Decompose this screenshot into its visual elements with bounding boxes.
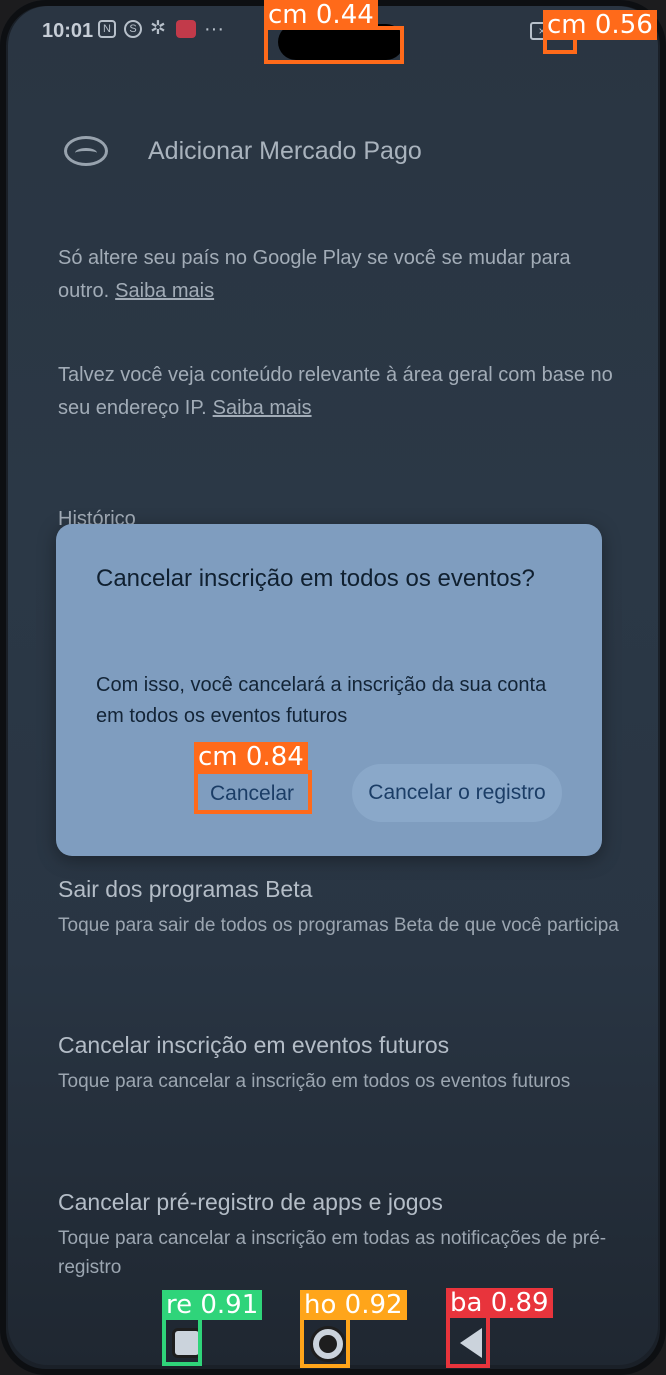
status-left-icons: N S ✲ ··· — [98, 18, 224, 40]
detection-label-notch: cm 0.44 — [264, 0, 378, 30]
list-item-title: Cancelar inscrição em eventos futuros — [58, 1032, 450, 1058]
detection-label-back: ba 0.89 — [446, 1288, 553, 1318]
detection-box-back — [446, 1314, 490, 1368]
detection-label-home: ho 0.92 — [300, 1290, 407, 1320]
detection-label-status-icon: cm 0.56 — [543, 10, 657, 40]
detection-box-home — [300, 1314, 350, 1368]
mercado-pago-icon — [64, 136, 108, 166]
phone-frame: 10:01 N S ✲ ··· × Adicionar Mercado Pago — [0, 0, 666, 1375]
learn-more-link-2[interactable]: Saiba mais — [213, 397, 312, 419]
add-mercado-pago-label: Adicionar Mercado Pago — [148, 136, 422, 165]
detection-box-cancel-button — [194, 770, 312, 814]
detection-label-cancel-button: cm 0.84 — [194, 742, 308, 772]
status-time: 10:01 — [42, 20, 94, 42]
list-item-title: Cancelar pré-registro de apps e jogos — [58, 1189, 443, 1215]
screen: 10:01 N S ✲ ··· × Adicionar Mercado Pago — [8, 6, 658, 1365]
list-item-subtitle: Toque para cancelar a inscrição em todas… — [58, 1228, 607, 1278]
dialog-message: Com isso, você cancelará a inscrição da … — [96, 674, 547, 727]
detection-box-recent — [162, 1314, 202, 1366]
list-item-subtitle: Toque para cancelar a inscrição em todos… — [58, 1071, 571, 1092]
list-item-title: Sair dos programas Beta — [58, 876, 313, 902]
list-item-cancel-events[interactable]: Cancelar inscrição em eventos futuros To… — [58, 1032, 628, 1096]
add-mercado-pago-row[interactable]: Adicionar Mercado Pago — [64, 136, 422, 166]
data-icon: S — [124, 20, 142, 38]
list-item-leave-beta[interactable]: Sair dos programas Beta Toque para sair … — [58, 876, 628, 940]
detection-box-notch — [264, 26, 404, 64]
cancel-registration-button[interactable]: Cancelar o registro — [352, 764, 562, 822]
nfc-icon: N — [98, 20, 116, 38]
country-info-text: Só altere seu país no Google Play se voc… — [58, 247, 571, 302]
list-item-cancel-preregistration[interactable]: Cancelar pré-registro de apps e jogos To… — [58, 1189, 628, 1282]
detection-label-recent: re 0.91 — [162, 1290, 263, 1320]
app-notification-icon — [176, 20, 196, 38]
more-dots-icon: ··· — [204, 18, 224, 40]
list-item-subtitle: Toque para sair de todos os programas Be… — [58, 915, 619, 936]
ip-info-text: Talvez você veja conteúdo relevante à ár… — [58, 364, 613, 419]
gear-icon: ✲ — [150, 18, 166, 39]
learn-more-link[interactable]: Saiba mais — [115, 280, 214, 302]
dialog-title: Cancelar inscrição em todos os eventos? — [96, 565, 535, 592]
confirm-dialog: Cancelar inscrição em todos os eventos? … — [56, 524, 602, 856]
